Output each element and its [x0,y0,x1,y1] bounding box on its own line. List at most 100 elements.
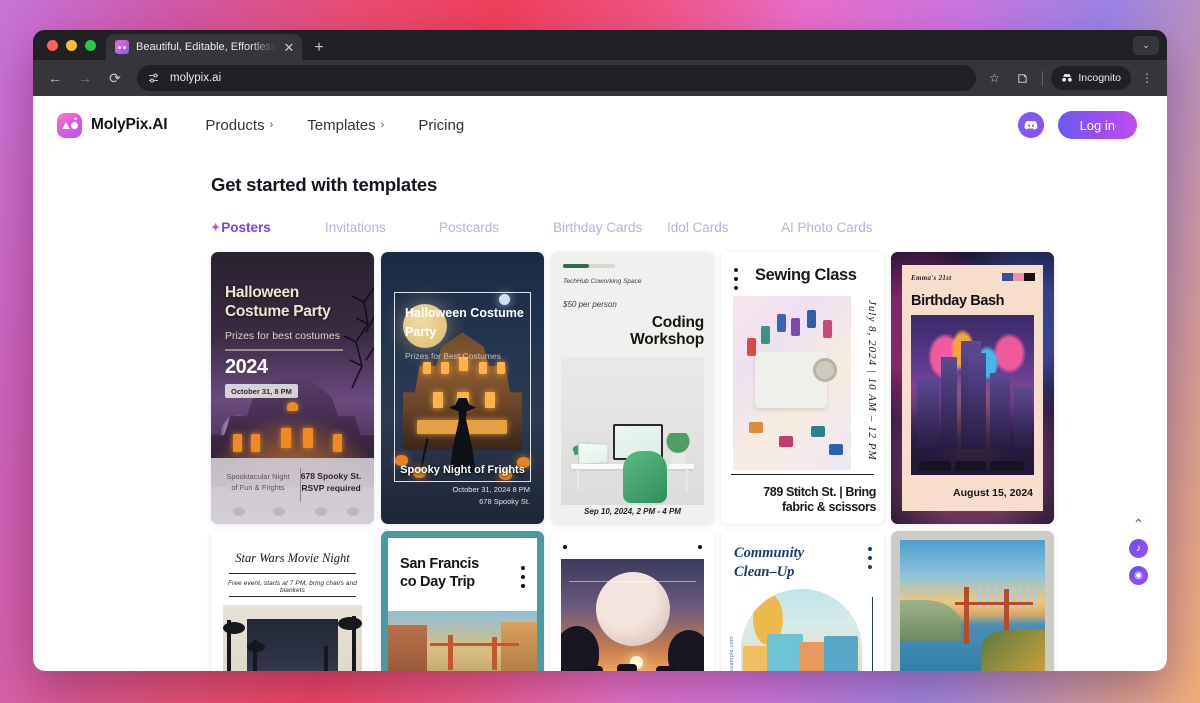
window-traffic-lights[interactable] [43,30,106,60]
more-options-icon[interactable] [521,566,525,593]
tab-posters-label: Posters [221,220,271,235]
card-photo [388,611,537,671]
template-card-golden-gate[interactable] [891,531,1054,671]
chevron-down-icon[interactable]: ⌄ [1133,36,1159,55]
close-window-button[interactable] [47,40,58,51]
card-photo [741,589,862,671]
template-card-sewing-class[interactable]: Sewing Class [721,252,884,524]
brand-logo[interactable]: ✦ MolyPix.AI [57,113,167,138]
address-bar[interactable]: molypix.ai [137,65,976,91]
chevron-right-icon: › [381,119,385,131]
tab-posters[interactable]: ✦ Posters [211,220,325,235]
close-icon[interactable]: ✕ [283,41,294,54]
card-footer-right: 678 Spooky St. RSVP required [298,470,364,495]
page-viewport: ✦ MolyPix.AI Products › Templates › Pric… [33,96,1167,671]
card-eyebrow: Emma's 21st [911,274,951,282]
card-date: August 15, 2024 [953,487,1033,499]
incognito-label: Incognito [1078,72,1121,84]
tab-ai-photo-cards[interactable]: AI Photo Cards [781,220,895,235]
brand-name: MolyPix.AI [91,116,167,134]
card-title: Coding Workshop [584,314,704,349]
address-bar-url: molypix.ai [170,72,221,84]
card-year: 2024 [225,356,268,379]
card-title-line1: Coding [584,314,704,331]
browser-tab[interactable]: Beautiful, Editable, Effortless ✕ [106,34,302,60]
tab-postcards[interactable]: Postcards [439,220,553,235]
reload-icon[interactable]: ⟳ [103,66,127,90]
card-vertical-text: yourexample.com [729,636,735,671]
laptop-shape [578,442,608,465]
card-title: Star Wars Movie Night [211,551,374,566]
card-footer-left: Spooktacular Night of Fun & Frights [223,472,293,493]
card-title: Halloween Costume Party [405,304,524,343]
new-tab-button[interactable]: + [314,40,323,56]
card-title: Birthday Bash [911,293,1004,309]
extensions-icon[interactable] [1010,66,1034,90]
chevron-up-icon[interactable]: ⌃ [1133,517,1145,531]
page-title: Get started with templates [211,174,1137,196]
minimize-window-button[interactable] [66,40,77,51]
toolbar-divider [1042,71,1043,86]
card-price: $50 per person [563,300,617,309]
bookmark-star-icon[interactable]: ☆ [982,66,1006,90]
card-title: Community Clean–Up [734,544,856,582]
template-card-coding-workshop[interactable]: TechHub Coworking Space $50 per person C… [551,252,714,524]
nav-item-templates[interactable]: Templates › [307,117,384,134]
template-card-moon-night[interactable] [551,531,714,671]
card-photo [223,605,362,671]
nav-item-pricing[interactable]: Pricing [418,117,464,134]
card-inner-panel: San Francis co Day Trip [388,538,537,671]
header-actions: Log in [1018,111,1137,139]
card-photo [561,559,704,671]
main-nav: Products › Templates › Pricing [205,117,464,134]
favicon-icon [115,40,129,54]
tab-invitations[interactable]: Invitations [325,220,439,235]
template-grid: Halloween Costume Party Prizes for best … [211,252,1137,671]
tune-icon[interactable] [146,71,161,86]
login-button[interactable]: Log in [1058,111,1137,139]
template-card-haunted-house[interactable]: Halloween Costume Party Prizes for Best … [381,252,544,524]
color-swatches [1002,273,1035,281]
card-banner: Spooky Night of Frights [381,464,544,476]
card-date-badge: October 31, 8 PM [225,384,298,398]
nav-item-products-label: Products [205,117,264,134]
tab-birthday-cards[interactable]: Birthday Cards [553,220,667,235]
main-content: Get started with templates ✦ Posters Inv… [33,174,1167,671]
card-title-line2: co Day Trip [400,573,505,591]
template-card-community-cleanup[interactable]: Community Clean–Up yourexample.com [721,531,884,671]
card-title: San Francis co Day Trip [400,555,505,591]
more-options-icon[interactable] [734,268,738,295]
tiktok-icon[interactable]: ♪ [1129,539,1148,558]
card-title-line2: Workshop [584,331,704,348]
template-card-halloween-party[interactable]: Halloween Costume Party Prizes for best … [211,252,374,524]
browser-tabstrip: Beautiful, Editable, Effortless ✕ + ⌄ [33,30,1167,60]
card-footer: Spooktacular Night of Fun & Frights 678 … [211,458,374,524]
nav-item-products[interactable]: Products › [205,117,273,134]
card-photo [561,357,704,505]
site-header: ✦ MolyPix.AI Products › Templates › Pric… [33,96,1167,154]
template-card-san-francisco-day-trip[interactable]: San Francis co Day Trip [381,531,544,671]
maximize-window-button[interactable] [85,40,96,51]
more-options-icon[interactable] [868,547,872,574]
tab-idol-cards[interactable]: Idol Cards [667,220,781,235]
browser-tab-title: Beautiful, Editable, Effortless [136,41,276,53]
divider [731,474,874,476]
card-date: October 31, 2024 8 PM [381,485,530,494]
template-card-star-wars-movie-night[interactable]: Star Wars Movie Night Free event, starts… [211,531,374,671]
discord-icon[interactable] [1018,112,1044,138]
incognito-indicator[interactable]: Incognito [1051,66,1131,90]
card-title: Sewing Class [755,266,876,285]
instagram-icon[interactable]: ◉ [1129,566,1148,585]
sparkle-icon: ✦ [211,221,218,234]
divider [225,349,343,351]
browser-menu-icon[interactable]: ⋮ [1135,66,1159,90]
template-card-birthday-bash[interactable]: Emma's 21st Birthday Bash [891,252,1054,524]
progress-bar [563,264,615,268]
chevron-right-icon: › [270,119,274,131]
card-venue: TechHub Coworking Space [563,277,654,287]
forward-icon[interactable]: → [73,66,97,90]
chair-shape [623,451,667,503]
card-vertical-date: July 8, 2024 | 10 AM – 12 PM [866,300,878,461]
category-tabs: ✦ Posters Invitations Postcards Birthday… [211,220,1137,235]
back-icon[interactable]: ← [43,66,67,90]
